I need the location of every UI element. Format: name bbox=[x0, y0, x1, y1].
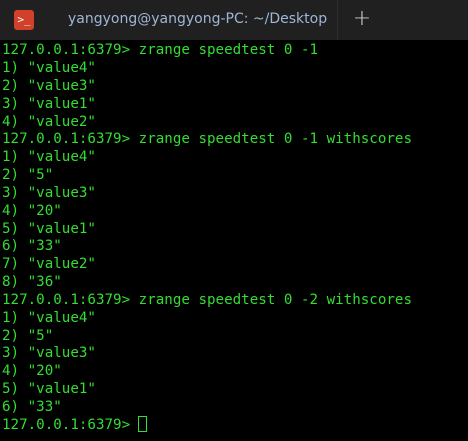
terminal-line: 5) "value1" bbox=[2, 221, 96, 237]
tab-bar: >_ yangyong@yangyong-PC: ~/Desktop + bbox=[0, 0, 468, 40]
terminal-line: 2) "value3" bbox=[2, 78, 96, 94]
terminal-line: 5) "value1" bbox=[2, 381, 96, 397]
plus-icon: + bbox=[352, 6, 372, 31]
terminal-prompt-line[interactable]: 127.0.0.1:6379> bbox=[2, 416, 148, 434]
terminal-line: 127.0.0.1:6379> zrange speedtest 0 -1 wi… bbox=[2, 131, 412, 147]
terminal-line: 1) "value4" bbox=[2, 60, 96, 76]
terminal-line: 2) "5" bbox=[2, 167, 54, 183]
terminal-line: 127.0.0.1:6379> zrange speedtest 0 -2 wi… bbox=[2, 292, 412, 308]
terminal-line: 3) "value3" bbox=[2, 185, 96, 201]
terminal-line: 6) "33" bbox=[2, 238, 62, 254]
terminal-line: 4) "20" bbox=[2, 363, 62, 379]
terminal-line: 1) "value4" bbox=[2, 149, 96, 165]
terminal-line: 4) "value2" bbox=[2, 114, 96, 130]
new-tab-button[interactable]: + bbox=[338, 0, 386, 40]
terminal-line: 4) "20" bbox=[2, 203, 62, 219]
terminal-line: 3) "value1" bbox=[2, 96, 96, 112]
tab-title: yangyong@yangyong-PC: ~/Desktop bbox=[68, 11, 328, 27]
terminal-line: 2) "5" bbox=[2, 328, 54, 344]
text-cursor bbox=[138, 416, 148, 432]
terminal-output[interactable]: 127.0.0.1:6379> zrange speedtest 0 -1 1)… bbox=[0, 40, 468, 441]
terminal-line: 8) "36" bbox=[2, 274, 62, 290]
terminal-prompt: 127.0.0.1:6379> bbox=[2, 417, 131, 433]
terminal-line: 3) "value3" bbox=[2, 345, 96, 361]
terminal-icon: >_ bbox=[14, 10, 34, 30]
tab-terminal[interactable]: >_ yangyong@yangyong-PC: ~/Desktop bbox=[0, 0, 338, 40]
terminal-line: 6) "33" bbox=[2, 399, 62, 415]
terminal-line: 7) "value2" bbox=[2, 256, 96, 272]
terminal-line: 127.0.0.1:6379> zrange speedtest 0 -1 bbox=[2, 42, 319, 58]
terminal-line: 1) "value4" bbox=[2, 310, 96, 326]
